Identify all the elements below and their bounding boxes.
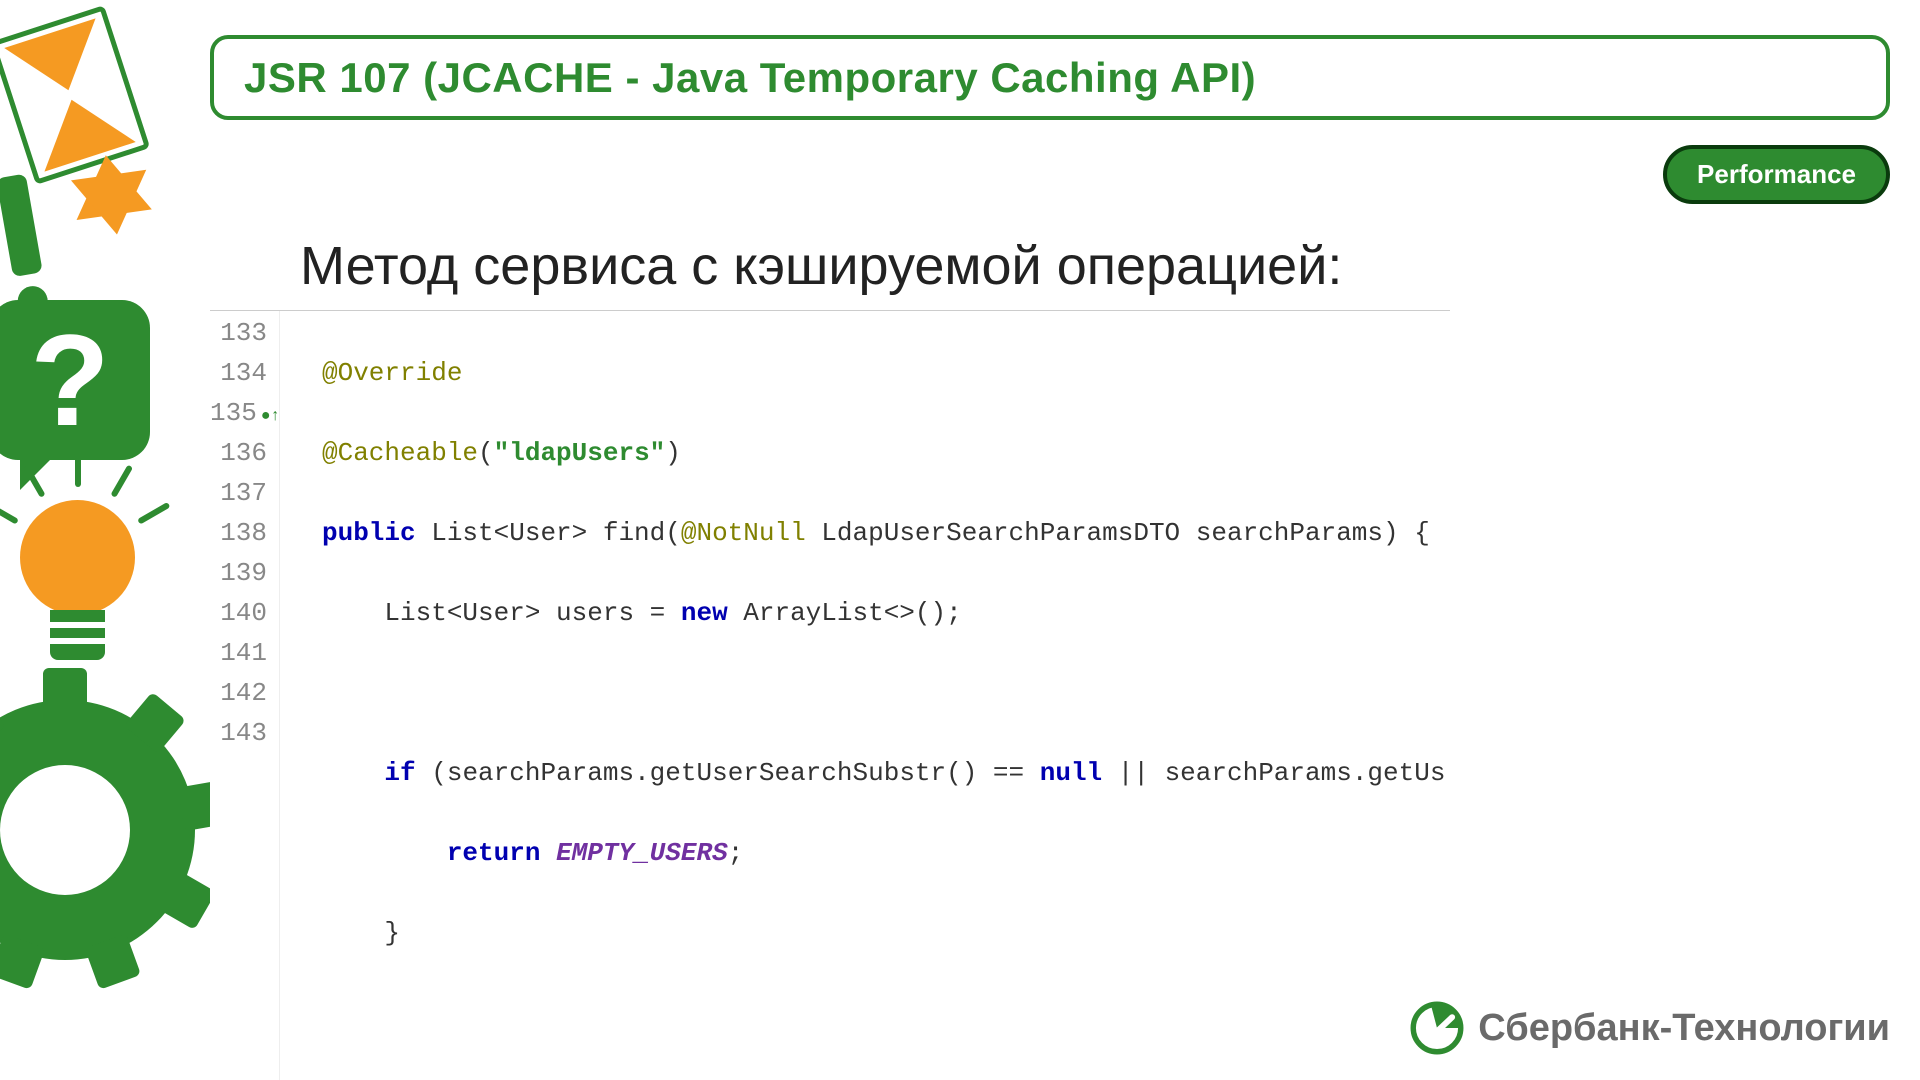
decorative-strip: ?: [0, 0, 200, 1080]
gear-icon: [0, 700, 195, 960]
hourglass-icon: [0, 5, 150, 185]
exclamation-icon: [0, 173, 50, 318]
sberbank-logo-icon: [1410, 1001, 1464, 1055]
title-bar: JSR 107 (JCACHE - Java Temporary Caching…: [210, 35, 1890, 120]
code-block: 133134135136137 138139140141142143 @Over…: [210, 310, 1450, 1080]
section-subtitle: Метод сервиса с кэшируемой операцией:: [300, 235, 1342, 297]
slide-title: JSR 107 (JCACHE - Java Temporary Caching…: [244, 54, 1256, 102]
footer-brand: Сбербанк-Технологии: [1410, 1001, 1890, 1055]
footer-brand-text: Сбербанк-Технологии: [1478, 1007, 1890, 1050]
performance-badge: Performance: [1663, 145, 1890, 204]
question-bubble-icon: ?: [0, 300, 150, 460]
code-gutter: 133134135136137 138139140141142143: [210, 311, 280, 1080]
code-body: @Override @Cacheable("ldapUsers") public…: [280, 311, 1450, 1080]
lightbulb-icon: [20, 500, 135, 660]
